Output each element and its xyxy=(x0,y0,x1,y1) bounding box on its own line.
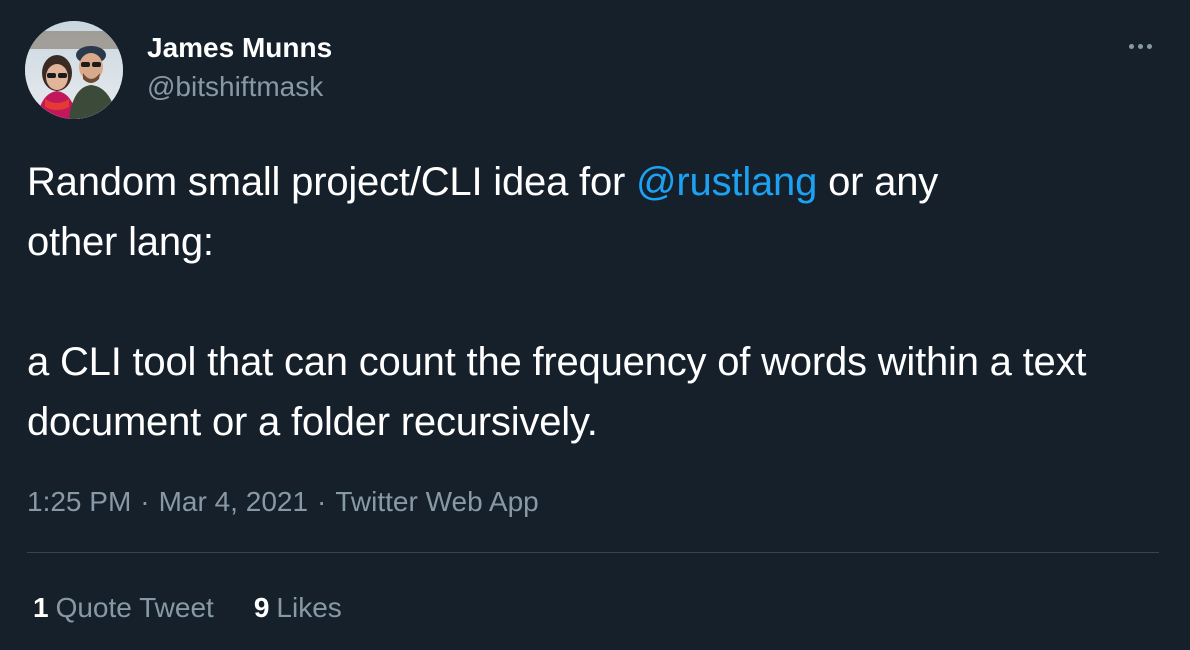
tweet-text-paragraph2: a CLI tool that can count the frequency … xyxy=(27,340,1098,444)
likes-label: Likes xyxy=(276,592,342,623)
tweet-text: Random small project/CLI idea for @rustl… xyxy=(27,152,1162,452)
quote-tweets-count: 1 xyxy=(33,592,49,623)
more-dot xyxy=(1146,43,1152,49)
tweet-text-line2: other lang: xyxy=(27,220,214,264)
author-handle[interactable]: @bitshiftmask xyxy=(147,70,323,104)
tweet-time[interactable]: 1:25 PM xyxy=(27,486,131,517)
tweet-source[interactable]: Twitter Web App xyxy=(335,486,538,517)
likes-count: 9 xyxy=(253,592,270,623)
meta-separator: · xyxy=(317,486,327,517)
divider xyxy=(27,552,1159,553)
author-display-name[interactable]: James Munns xyxy=(147,31,332,65)
mention-link[interactable]: @rustlang xyxy=(636,160,817,204)
quote-tweets-stat[interactable]: 1 Quote Tweet xyxy=(33,590,214,626)
avatar-photo xyxy=(25,21,123,119)
more-dot xyxy=(1128,43,1134,49)
tweet-text-line1-start: Random small project/CLI idea for xyxy=(27,160,637,204)
more-horizontal-icon[interactable] xyxy=(1120,38,1160,54)
tweet-date[interactable]: Mar 4, 2021 xyxy=(159,486,308,517)
likes-stat[interactable]: 9 Likes xyxy=(254,590,342,626)
tweet-meta: 1:25 PM · Mar 4, 2021 · Twitter Web App xyxy=(27,484,539,520)
meta-separator: · xyxy=(140,486,150,517)
avatar[interactable] xyxy=(25,21,123,119)
tweet-card: James Munns @bitshiftmask Random small p… xyxy=(0,0,1190,650)
quote-tweets-label: Quote Tweet xyxy=(55,592,214,623)
tweet-stats: 1 Quote Tweet 9 Likes xyxy=(33,590,342,626)
more-dot xyxy=(1137,43,1143,49)
tweet-text-line1-end: or any xyxy=(817,160,939,204)
